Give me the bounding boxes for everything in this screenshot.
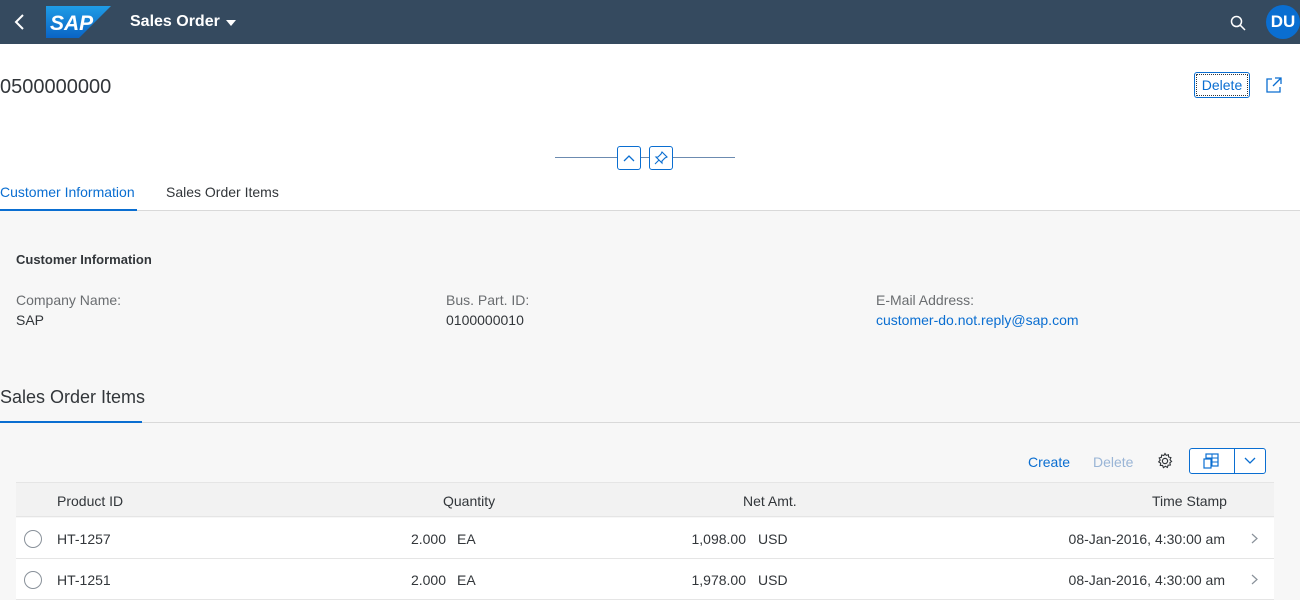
customer-info-title: Customer Information [16, 252, 152, 267]
app-title-menu[interactable]: Sales Order [130, 13, 236, 31]
share-icon [1266, 77, 1282, 93]
pin-icon [654, 151, 668, 165]
tab-sales-order-items[interactable]: Sales Order Items [166, 174, 279, 210]
chevron-right-icon [1248, 571, 1260, 587]
export-dropdown-button[interactable] [1235, 449, 1265, 473]
pin-header-button[interactable] [649, 146, 673, 170]
table-row[interactable]: HT-1251 2.000 EA 1,978.00 USD 08-Jan-201… [16, 559, 1274, 600]
cell-quantity-unit: EA [457, 572, 476, 588]
cell-timestamp: 08-Jan-2016, 4:30:00 am [1068, 572, 1225, 588]
user-avatar[interactable]: DU [1266, 5, 1300, 39]
export-button[interactable] [1190, 449, 1236, 473]
column-header-time-stamp[interactable]: Time Stamp [1152, 493, 1227, 509]
row-select-radio[interactable] [24, 571, 42, 589]
table-settings-button[interactable] [1155, 451, 1175, 471]
cell-currency: USD [758, 531, 788, 547]
cell-net-amt: 1,978.00 [691, 572, 747, 588]
email-label: E-Mail Address: [876, 292, 975, 308]
column-header-quantity[interactable]: Quantity [443, 493, 495, 509]
export-spreadsheet-icon [1203, 453, 1219, 469]
header-divider-mid [641, 157, 649, 158]
company-name-value: SAP [16, 312, 45, 328]
sap-logo[interactable]: SAP [46, 6, 111, 38]
cell-currency: USD [758, 572, 788, 588]
header-divider-right [673, 157, 735, 158]
share-button[interactable] [1262, 74, 1286, 96]
collapse-up-icon [623, 155, 635, 162]
page-title: 0500000000 [0, 76, 112, 98]
section-title-underline [0, 421, 142, 423]
delete-item-button[interactable]: Delete [1093, 454, 1133, 470]
search-button[interactable] [1226, 11, 1250, 35]
dropdown-caret-icon [225, 13, 236, 31]
row-select-radio[interactable] [24, 530, 42, 548]
cell-net-amt: 1,098.00 [691, 531, 747, 547]
shell-bar: SAP Sales Order DU [0, 0, 1300, 44]
table-header: Product ID Quantity Net Amt. Time Stamp [16, 482, 1274, 517]
bus-part-id-value: 0100000010 [446, 312, 524, 328]
header-divider-left [555, 157, 617, 158]
cell-product-id: HT-1257 [57, 531, 111, 547]
cell-quantity: 2.000 [410, 572, 446, 588]
back-arrow-icon [14, 14, 24, 30]
logo-text: SAP [50, 12, 94, 35]
cell-quantity: 2.000 [410, 531, 446, 547]
company-name-label: Company Name: [16, 292, 122, 308]
chevron-down-icon [1244, 457, 1256, 464]
column-header-net-amt[interactable]: Net Amt. [743, 493, 797, 509]
collapse-header-button[interactable] [617, 146, 641, 170]
email-link[interactable]: customer-do.not.reply@sap.com [876, 312, 1079, 328]
settings-gear-icon [1157, 452, 1173, 469]
sales-order-items-title: Sales Order Items [0, 387, 146, 407]
search-icon [1230, 15, 1246, 31]
bus-part-id-label: Bus. Part. ID: [446, 292, 530, 308]
cell-timestamp: 08-Jan-2016, 4:30:00 am [1068, 531, 1225, 547]
cell-product-id: HT-1251 [57, 572, 111, 588]
back-button[interactable] [6, 7, 34, 37]
tab-customer-information[interactable]: Customer Information [0, 174, 137, 211]
table-row[interactable]: HT-1257 2.000 EA 1,098.00 USD 08-Jan-201… [16, 518, 1274, 559]
create-item-button[interactable]: Create [1028, 454, 1070, 470]
export-menu-button [1189, 448, 1266, 474]
app-title: Sales Order [130, 13, 220, 30]
section-divider [0, 422, 1300, 423]
delete-button[interactable]: Delete [1194, 72, 1250, 98]
column-header-product-id[interactable]: Product ID [57, 493, 123, 509]
object-page-header: 0500000000 Delete Customer Information S… [0, 44, 1300, 211]
cell-quantity-unit: EA [457, 531, 476, 547]
tab-bar: Customer Information Sales Order Items [0, 174, 1300, 211]
chevron-right-icon [1248, 530, 1260, 546]
